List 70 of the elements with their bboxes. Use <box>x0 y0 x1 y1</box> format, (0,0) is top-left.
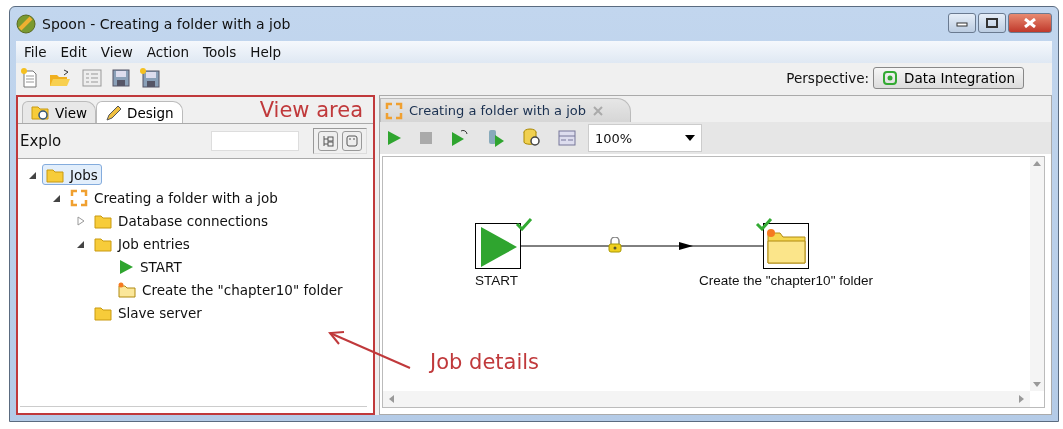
tree-item[interactable]: Job entries <box>90 233 194 254</box>
folder-icon <box>46 166 64 183</box>
close-icon <box>1023 18 1037 28</box>
caret-icon <box>685 135 695 141</box>
menu-item[interactable]: Help <box>244 44 288 60</box>
job-entry-node[interactable] <box>475 223 521 269</box>
menu-item[interactable]: Edit <box>54 44 93 60</box>
app-logo-icon <box>16 14 36 34</box>
panel-tab[interactable]: View <box>22 101 97 123</box>
menu-item[interactable]: Action <box>140 44 196 60</box>
collapse-tree-button[interactable] <box>342 131 362 151</box>
close-button[interactable] <box>1008 13 1052 33</box>
node-label: Create the "chapter10" folder <box>699 273 873 288</box>
open-folder-icon[interactable] <box>48 68 72 88</box>
menu-item[interactable]: View <box>94 44 139 60</box>
collapse-icon <box>346 135 358 147</box>
expand-tree-button[interactable] <box>318 131 338 151</box>
run-icon[interactable] <box>386 130 402 146</box>
folder-icon <box>118 281 136 298</box>
tree-icon <box>322 135 334 147</box>
horizontal-scrollbar[interactable] <box>383 391 1030 407</box>
replay-icon[interactable] <box>450 129 470 147</box>
pencil-icon <box>105 104 124 121</box>
perspective-button[interactable]: Data Integration <box>873 67 1024 89</box>
vertical-scrollbar[interactable] <box>1030 157 1044 391</box>
tree-item[interactable]: Creating a folder with a job <box>66 186 282 209</box>
panel-icon[interactable] <box>558 130 576 146</box>
tree-item[interactable]: Create the "chapter10" folder <box>114 279 347 300</box>
arrows-icon <box>385 101 403 120</box>
job-entry-node[interactable] <box>762 223 809 269</box>
lock-icon <box>608 237 622 253</box>
save-as-icon[interactable] <box>140 68 160 88</box>
stop-icon[interactable] <box>418 130 434 146</box>
arrows-icon <box>70 188 88 207</box>
explorer-label: Explo <box>20 132 63 150</box>
tree-item[interactable]: Slave server <box>90 302 206 323</box>
window-title: Spoon - Creating a folder with a job <box>42 16 291 32</box>
close-icon <box>592 104 605 117</box>
annotation-label: Job details <box>430 350 539 374</box>
minimize-icon <box>956 19 968 27</box>
search-field[interactable] <box>211 131 299 151</box>
scroll-run-icon[interactable] <box>486 129 506 147</box>
tree-item[interactable]: Jobs <box>42 164 102 185</box>
perspective-label: Perspective: <box>786 70 870 86</box>
zoom-dropdown[interactable]: 100% <box>588 124 702 152</box>
right-arrow-icon <box>1019 395 1024 403</box>
folder-icon <box>94 235 112 252</box>
folder-icon <box>94 212 112 229</box>
maximize-button[interactable] <box>978 13 1006 33</box>
folder-search-icon <box>31 104 51 121</box>
left-arrow-icon <box>389 395 394 403</box>
tree-item[interactable]: Database connections <box>90 210 273 231</box>
up-arrow-icon <box>1033 161 1041 166</box>
tree-item[interactable]: START <box>114 256 186 277</box>
node-label: START <box>475 273 518 288</box>
database-search-icon[interactable] <box>522 128 542 148</box>
maximize-icon <box>986 18 998 28</box>
minimize-button[interactable] <box>948 13 976 33</box>
annotation-label: View area <box>259 97 363 123</box>
editor-tab[interactable]: Creating a folder with a job <box>380 98 632 122</box>
new-file-icon[interactable] <box>20 68 38 88</box>
folder-icon <box>94 304 112 321</box>
grid-icon <box>882 70 899 86</box>
save-icon[interactable] <box>112 69 130 87</box>
panel-tab[interactable]: Design <box>96 101 183 123</box>
menu-item[interactable]: File <box>18 44 53 60</box>
menu-item[interactable]: Tools <box>197 44 243 60</box>
collapsed-arrow-icon[interactable] <box>76 215 86 226</box>
play-icon <box>118 258 134 275</box>
down-arrow-icon <box>1033 382 1041 387</box>
